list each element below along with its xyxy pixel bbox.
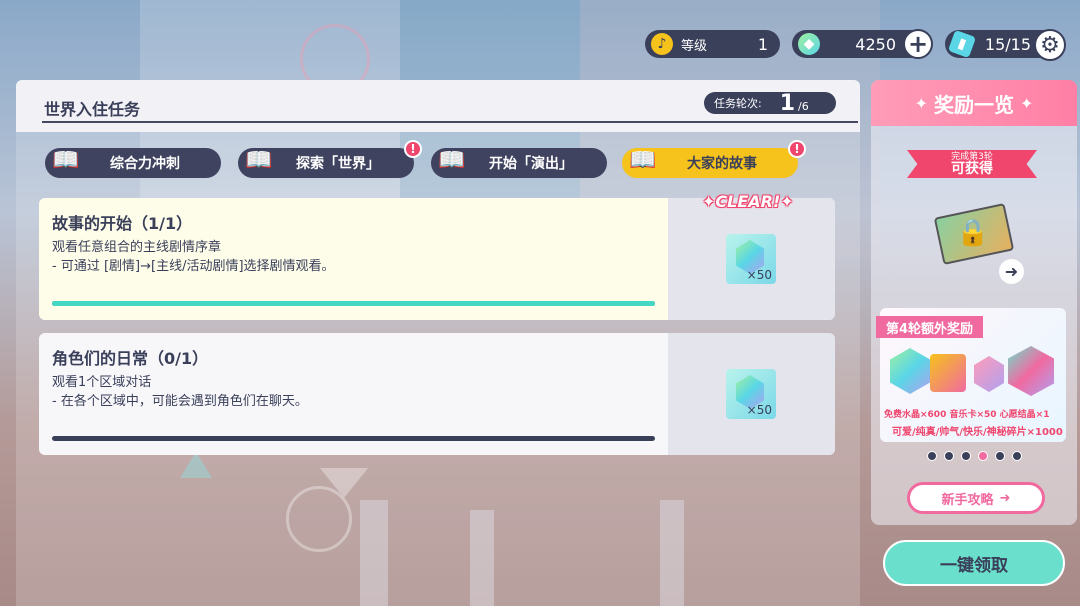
crystal-icon xyxy=(890,348,930,394)
reward-overview-header: ✦ 奖励一览 ✦ xyxy=(871,80,1077,126)
task-progress-bar xyxy=(52,301,655,306)
carousel-dots xyxy=(927,451,1022,461)
round-counter: 任务轮次: 1 /6 xyxy=(704,90,836,116)
wish-crystal-icon xyxy=(974,356,1004,392)
reward-area[interactable]: ×50 xyxy=(668,198,835,320)
level-value: 1 xyxy=(757,34,768,54)
task-body: 角色们的日常（0/1） 观看1个区域对话 - 在各个区域中，可能会遇到角色们在聊… xyxy=(39,333,668,455)
task-title: 故事的开始（1/1） xyxy=(52,214,193,233)
music-card-icon xyxy=(930,354,966,392)
reward-area[interactable]: ×50 xyxy=(668,333,835,455)
add-gems-button[interactable]: + xyxy=(903,29,933,59)
book-icon: 📖 xyxy=(438,147,466,173)
tab-everyones-story[interactable]: 📖 大家的故事 ! xyxy=(622,140,806,178)
tab-power-sprint[interactable]: 📖 综合力冲刺 xyxy=(45,148,221,178)
book-icon: 📖 xyxy=(52,147,80,173)
ticket-icon: ▮ xyxy=(947,29,977,59)
energy-value: 15/15 xyxy=(984,34,1031,54)
music-note-icon: ♪ xyxy=(651,33,673,55)
book-icon: 📖 xyxy=(245,147,273,173)
carousel-dot[interactable] xyxy=(995,451,1005,461)
settings-gear-icon[interactable]: ⚙ xyxy=(1034,29,1066,61)
tab-label: 开始「演出」 xyxy=(489,156,573,172)
book-icon: 📖 xyxy=(629,147,657,173)
reward-overview-title: 奖励一览 xyxy=(934,92,1014,117)
level-display: ♪ 等级 1 xyxy=(645,30,780,58)
round-total: /6 xyxy=(798,99,809,113)
bonus-reward-line: 可爱/纯真/帅气/快乐/神秘碎片×1000 xyxy=(892,427,1063,438)
mission-header: 世界入住任务 任务轮次: 1 /6 xyxy=(16,80,860,132)
carousel-dot-active[interactable] xyxy=(978,451,988,461)
task-description: 观看1个区域对话 - 在各个区域中，可能会遇到角色们在聊天。 xyxy=(52,373,308,411)
task-progress-fill xyxy=(52,301,655,306)
shard-icon xyxy=(1008,346,1054,396)
tab-label: 大家的故事 xyxy=(687,156,757,172)
guide-label: 新手攻略 xyxy=(941,492,994,508)
bonus-reward-items xyxy=(890,342,1060,402)
lock-icon: 🔒 xyxy=(956,218,990,248)
task-progress-bar xyxy=(52,436,655,441)
carousel-dot[interactable] xyxy=(944,451,954,461)
task-desc-line: 观看1个区域对话 xyxy=(52,375,152,390)
round-reward-ribbon: 完成第3轮 可获得 xyxy=(907,150,1037,178)
task-card: 角色们的日常（0/1） 观看1个区域对话 - 在各个区域中，可能会遇到角色们在聊… xyxy=(39,333,835,455)
tab-label: 探索「世界」 xyxy=(296,156,380,172)
tab-label: 综合力冲刺 xyxy=(110,156,180,172)
claim-all-button[interactable]: 一键领取 xyxy=(883,540,1065,586)
round-label: 任务轮次: xyxy=(714,97,762,110)
sparkle-icon: ✦ xyxy=(914,93,928,113)
task-desc-line: 观看任意组合的主线剧情序章 xyxy=(52,240,222,255)
sparkle-icon: ✦ xyxy=(1020,93,1034,113)
round-current: 1 xyxy=(779,90,796,116)
crystal-icon: ◆ xyxy=(798,33,820,55)
bonus-reward-line: 免费水晶×600 音乐卡×50 心愿结晶×1 xyxy=(884,410,1050,420)
crystal-reward-icon: ×50 xyxy=(726,369,776,419)
tab-explore-world[interactable]: 📖 探索「世界」 ! xyxy=(238,140,422,178)
beginner-guide-button[interactable]: 新手攻略 ➜ xyxy=(907,482,1045,514)
bonus-reward-title: 第4轮额外奖励 xyxy=(876,316,984,338)
task-card: 故事的开始（1/1） 观看任意组合的主线剧情序章 - 可通过 [剧情]→[主线/… xyxy=(39,198,835,320)
crystal-reward-icon: ×50 xyxy=(726,234,776,284)
task-desc-line: - 在各个区域中，可能会遇到角色们在聊天。 xyxy=(52,394,308,409)
task-desc-line: - 可通过 [剧情]→[主线/活动剧情]选择剧情观看。 xyxy=(52,259,335,274)
carousel-dot[interactable] xyxy=(1012,451,1022,461)
title-divider xyxy=(42,121,858,123)
task-title: 角色们的日常（0/1） xyxy=(52,349,209,368)
clear-stamp: ✦CLEAR!✦ xyxy=(702,192,794,211)
reward-quantity: ×50 xyxy=(746,403,772,417)
ribbon-title: 可获得 xyxy=(951,160,993,177)
level-label: 等级 xyxy=(681,38,708,54)
carousel-dot[interactable] xyxy=(927,451,937,461)
task-body: 故事的开始（1/1） 观看任意组合的主线剧情序章 - 可通过 [剧情]→[主线/… xyxy=(39,198,668,320)
notification-badge: ! xyxy=(788,140,806,158)
gem-value: 4250 xyxy=(855,34,896,54)
arrow-right-icon[interactable]: ➜ xyxy=(999,259,1024,284)
ribbon-subtitle: 完成第3轮 xyxy=(951,151,993,162)
notification-badge: ! xyxy=(404,140,422,158)
page-title: 世界入住任务 xyxy=(44,100,141,119)
task-description: 观看任意组合的主线剧情序章 - 可通过 [剧情]→[主线/活动剧情]选择剧情观看… xyxy=(52,238,335,276)
carousel-dot[interactable] xyxy=(961,451,971,461)
reward-quantity: ×50 xyxy=(746,268,772,282)
tab-start-live[interactable]: 📖 开始「演出」 xyxy=(431,148,607,178)
arrow-right-icon: ➜ xyxy=(999,490,1011,506)
